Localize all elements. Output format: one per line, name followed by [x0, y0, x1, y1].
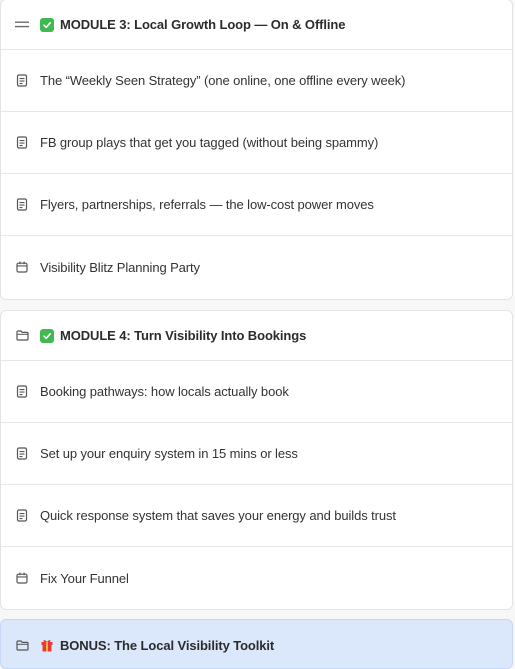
module-4-section: MODULE 4: Turn Visibility Into Bookings … [0, 310, 513, 610]
lesson-title: Booking pathways: how locals actually bo… [40, 384, 289, 399]
module-3-section: MODULE 3: Local Growth Loop — On & Offli… [0, 0, 513, 300]
document-icon [15, 74, 29, 88]
lesson-item[interactable]: Set up your enquiry system in 15 mins or… [1, 423, 512, 485]
lesson-title: FB group plays that get you tagged (with… [40, 135, 379, 150]
lesson-title: Quick response system that saves your en… [40, 508, 396, 523]
folder-icon [15, 638, 29, 652]
module-title: BONUS: The Local Visibility Toolkit [60, 637, 275, 653]
document-icon [15, 509, 29, 523]
lesson-item[interactable]: Fix Your Funnel [1, 547, 512, 609]
module-title: MODULE 3: Local Growth Loop — On & Offli… [60, 17, 346, 32]
module-4-header[interactable]: MODULE 4: Turn Visibility Into Bookings [1, 311, 512, 361]
folder-icon [15, 329, 29, 343]
lesson-title: Set up your enquiry system in 15 mins or… [40, 446, 298, 461]
module-3-header[interactable]: MODULE 3: Local Growth Loop — On & Offli… [1, 0, 512, 50]
lesson-title: Visibility Blitz Planning Party [40, 259, 200, 275]
lesson-item[interactable]: The “Weekly Seen Strategy” (one online, … [1, 50, 512, 112]
lesson-title: The “Weekly Seen Strategy” (one online, … [40, 73, 406, 88]
bonus-section: BONUS: The Local Visibility Toolkit [0, 619, 513, 669]
lesson-title: Fix Your Funnel [40, 570, 129, 586]
drag-handle-icon[interactable] [15, 18, 29, 32]
document-icon [15, 136, 29, 150]
bonus-header[interactable]: BONUS: The Local Visibility Toolkit [1, 620, 512, 668]
document-icon [15, 198, 29, 212]
lesson-title: Flyers, partnerships, referrals — the lo… [40, 197, 374, 212]
calendar-icon [15, 260, 29, 274]
calendar-icon [15, 571, 29, 585]
check-icon [40, 328, 54, 343]
document-icon [15, 447, 29, 461]
lesson-item[interactable]: Quick response system that saves your en… [1, 485, 512, 547]
lesson-item[interactable]: Flyers, partnerships, referrals — the lo… [1, 174, 512, 236]
lesson-item[interactable]: Visibility Blitz Planning Party [1, 236, 512, 298]
lesson-item[interactable]: Booking pathways: how locals actually bo… [1, 361, 512, 423]
module-title: MODULE 4: Turn Visibility Into Bookings [60, 328, 307, 343]
gift-icon [40, 638, 54, 652]
document-icon [15, 385, 29, 399]
course-outline: MODULE 3: Local Growth Loop — On & Offli… [0, 0, 515, 669]
check-icon [40, 17, 54, 32]
lesson-item[interactable]: FB group plays that get you tagged (with… [1, 112, 512, 174]
